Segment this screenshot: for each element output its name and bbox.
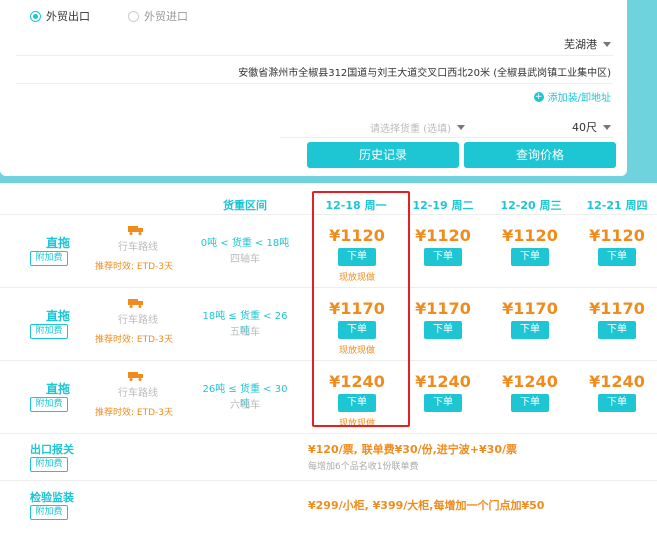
- search-form: 外贸出口 外贸进口 芜湖港 安徽省滁州市全椒县312国道与刘王大道交叉口西北20…: [0, 0, 627, 176]
- weight-range-header: 货重区间: [223, 199, 267, 212]
- trade-type-radio-group: 外贸出口 外贸进口: [30, 8, 188, 24]
- order-button[interactable]: 下单: [511, 321, 549, 339]
- caret-down-icon: [456, 125, 465, 130]
- route-link[interactable]: 行车路线: [118, 311, 158, 326]
- price-day-3: ¥1240: [502, 372, 558, 391]
- address-value[interactable]: 安徽省滁州市全椒县312国道与刘王大道交叉口西北20米 (全椒县武岗镇工业集中区…: [238, 64, 611, 79]
- radio-export-label: 外贸出口: [46, 10, 90, 23]
- price-day-4: ¥1120: [589, 226, 645, 245]
- plus-circle-icon: +: [533, 91, 544, 102]
- add-address-label: 添加装/卸地址: [547, 93, 611, 104]
- container-size-value: 40尺: [572, 121, 597, 134]
- radio-import[interactable]: 外贸进口: [128, 8, 188, 24]
- customs-note: 每增加6个品名收1份联单费: [308, 462, 419, 472]
- route-link[interactable]: 行车路线: [118, 384, 158, 399]
- weight-range: 0吨 < 货重 < 18吨: [200, 238, 290, 249]
- inspection-title: 检验监装: [30, 491, 74, 504]
- date-header-4: 12-21 周四: [586, 199, 648, 212]
- radio-import-label: 外贸进口: [144, 10, 188, 23]
- cash-note: 现放现做: [338, 273, 375, 283]
- axle-type: 六轴车: [230, 400, 260, 411]
- radio-unselected-icon: [128, 10, 139, 22]
- cargo-weight-placeholder: 请选择货重 (选填): [370, 124, 451, 135]
- history-button[interactable]: 历史记录: [307, 142, 459, 168]
- route-type: 直拖: [45, 309, 70, 323]
- order-button[interactable]: 下单: [511, 394, 549, 412]
- truck-icon: [128, 372, 143, 381]
- order-button[interactable]: 下单: [338, 321, 376, 339]
- radio-selected-icon: [30, 10, 41, 22]
- order-button[interactable]: 下单: [511, 248, 549, 266]
- price-day-1: ¥1170: [329, 299, 385, 318]
- truck-icon: [128, 226, 143, 235]
- date-header-2: 12-19 周二: [412, 199, 474, 212]
- price-table: 货重区间 12-18 周一 12-19 周二 12-20 周三 12-21 周四…: [0, 183, 657, 537]
- cash-note: 现放现做: [338, 346, 375, 356]
- order-button[interactable]: 下单: [424, 248, 462, 266]
- cargo-weight-select[interactable]: 请选择货重 (选填): [370, 120, 465, 135]
- caret-down-icon: [603, 124, 611, 130]
- caret-down-icon: [603, 41, 611, 47]
- price-day-1: ¥1120: [329, 226, 385, 245]
- price-day-3: ¥1120: [502, 226, 558, 245]
- cash-note: 现放现做: [338, 419, 375, 429]
- add-address-link[interactable]: + 添加装/卸地址: [533, 89, 611, 104]
- container-size-select[interactable]: 40尺: [572, 119, 611, 135]
- surcharge-badge[interactable]: 附加费: [30, 251, 68, 266]
- radio-export[interactable]: 外贸出口: [30, 8, 90, 24]
- surcharge-badge[interactable]: 附加费: [30, 457, 68, 472]
- price-row: 直拖 附加费 行车路线 推荐时效: ETD-3天 26吨 ≤ 货重 < 30吨 …: [0, 360, 657, 432]
- axle-type: 四轴车: [230, 254, 260, 265]
- price-row: 直拖 附加费 行车路线 推荐时效: ETD-3天 0吨 < 货重 < 18吨 四…: [0, 214, 657, 286]
- route-type: 直拖: [45, 382, 70, 396]
- port-value: 芜湖港: [564, 38, 597, 51]
- order-button[interactable]: 下单: [598, 394, 636, 412]
- order-button[interactable]: 下单: [338, 394, 376, 412]
- eta-text: 推荐时效: ETD-3天: [95, 335, 173, 345]
- surcharge-badge[interactable]: 附加费: [30, 397, 68, 412]
- price-row: 直拖 附加费 行车路线 推荐时效: ETD-3天 18吨 ≤ 货重 < 26吨 …: [0, 287, 657, 359]
- price-day-2: ¥1240: [415, 372, 471, 391]
- date-header-1: 12-18 周一: [325, 199, 387, 212]
- order-button[interactable]: 下单: [598, 321, 636, 339]
- inspection-price-text: ¥299/小柜, ¥399/大柜,每增加一个门点加¥50: [308, 499, 545, 512]
- price-day-4: ¥1240: [589, 372, 645, 391]
- order-button[interactable]: 下单: [424, 394, 462, 412]
- order-button[interactable]: 下单: [424, 321, 462, 339]
- truck-icon: [128, 299, 143, 308]
- surcharge-badge[interactable]: 附加费: [30, 324, 68, 339]
- eta-text: 推荐时效: ETD-3天: [95, 408, 173, 418]
- axle-type: 五轴车: [230, 327, 260, 338]
- port-select-field[interactable]: [16, 28, 613, 56]
- price-day-2: ¥1170: [415, 299, 471, 318]
- surcharge-badge[interactable]: 附加费: [30, 505, 68, 520]
- customs-section: 出口报关 附加费 ¥120/票, 联单费¥30/份,进宁波+¥30/票 每增加6…: [0, 433, 657, 480]
- route-link[interactable]: 行车路线: [118, 238, 158, 253]
- route-type: 直拖: [45, 236, 70, 250]
- price-day-2: ¥1120: [415, 226, 471, 245]
- customs-title: 出口报关: [30, 443, 74, 456]
- price-day-4: ¥1170: [589, 299, 645, 318]
- date-header-3: 12-20 周三: [500, 199, 562, 212]
- price-day-1: ¥1240: [329, 372, 385, 391]
- price-day-3: ¥1170: [502, 299, 558, 318]
- inspection-section: 检验监装 附加费 ¥299/小柜, ¥399/大柜,每增加一个门点加¥50: [0, 480, 657, 527]
- customs-price-text: ¥120/票, 联单费¥30/份,进宁波+¥30/票: [308, 443, 517, 456]
- order-button[interactable]: 下单: [338, 248, 376, 266]
- port-select[interactable]: 芜湖港: [564, 36, 611, 52]
- query-price-button[interactable]: 查询价格: [464, 142, 616, 168]
- order-button[interactable]: 下单: [598, 248, 636, 266]
- eta-text: 推荐时效: ETD-3天: [95, 262, 173, 272]
